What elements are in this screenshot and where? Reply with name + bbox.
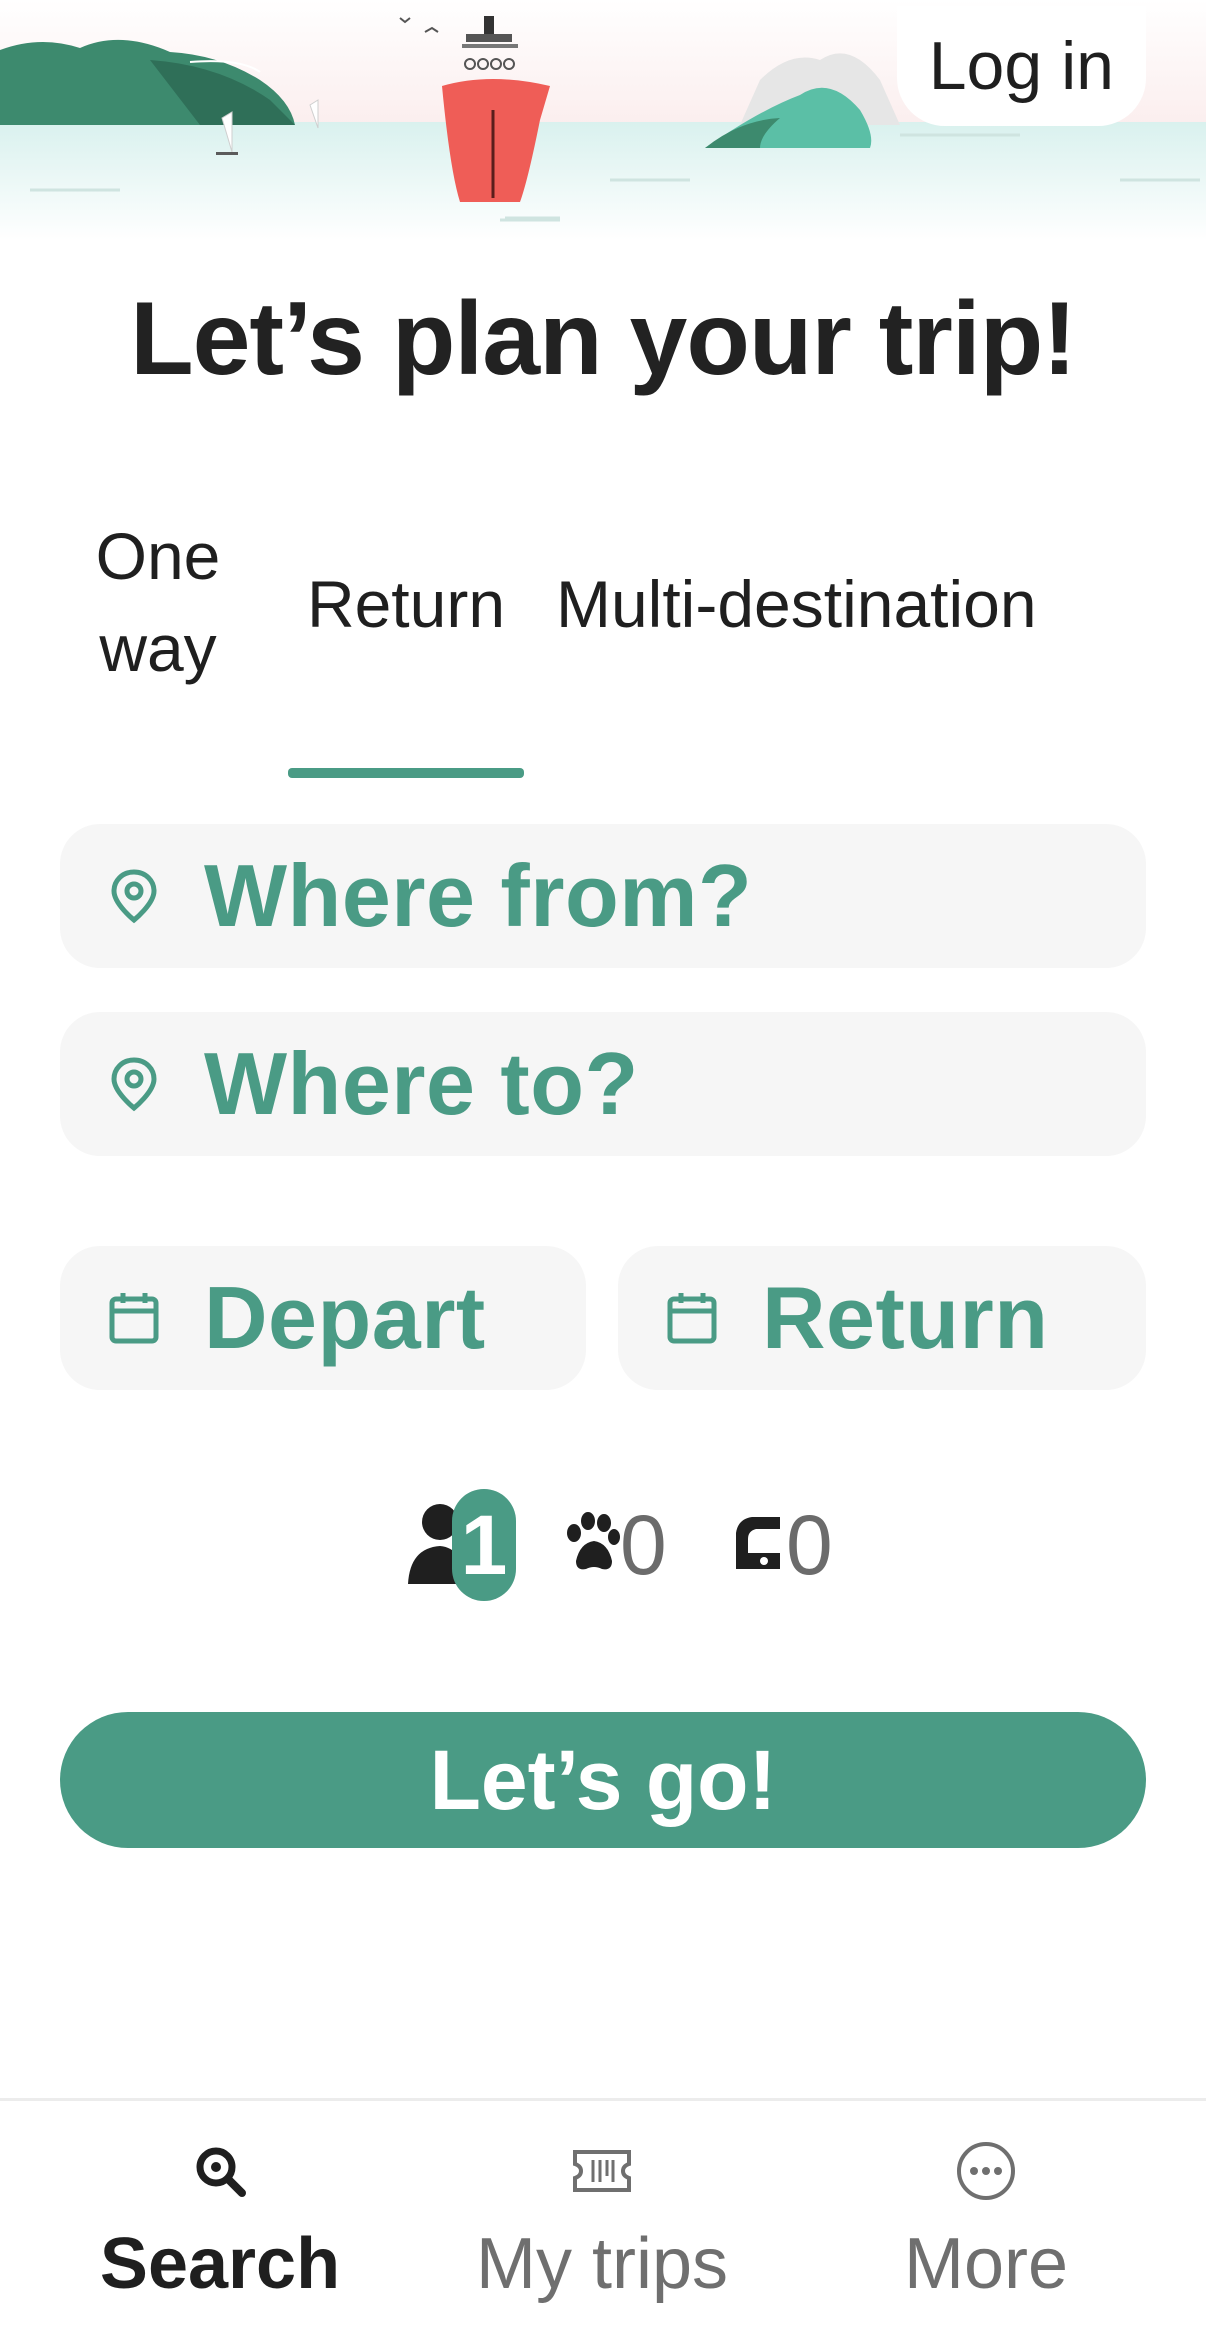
pet-count: 0 bbox=[620, 1497, 667, 1592]
calendar-icon bbox=[104, 1288, 164, 1348]
where-from-placeholder: Where from? bbox=[204, 846, 753, 945]
nav-search-label: Search bbox=[99, 2224, 341, 2304]
pets-selector[interactable]: 0 bbox=[562, 1480, 667, 1610]
lets-go-button[interactable]: Let’s go! bbox=[60, 1712, 1146, 1848]
tab-return-label: Return bbox=[306, 567, 506, 641]
nav-item-search[interactable]: Search bbox=[70, 2131, 370, 2305]
bottom-navigation: Search My trips More bbox=[0, 2098, 1206, 2346]
travellers-row: 1 0 0 bbox=[0, 1480, 1206, 1610]
search-icon bbox=[70, 2131, 370, 2211]
more-dots-icon bbox=[836, 2131, 1136, 2211]
nav-item-my-trips[interactable]: My trips bbox=[452, 2131, 752, 2305]
location-pin-icon bbox=[104, 866, 164, 926]
return-placeholder: Return bbox=[762, 1268, 1049, 1367]
tab-one-way-label-line2: way bbox=[99, 611, 217, 685]
where-from-field[interactable]: Where from? bbox=[60, 824, 1146, 968]
location-pin-icon bbox=[104, 1054, 164, 1114]
passengers-selector[interactable]: 1 bbox=[404, 1480, 516, 1610]
passenger-count-badge: 1 bbox=[452, 1489, 516, 1601]
where-to-field[interactable]: Where to? bbox=[60, 1012, 1146, 1156]
tab-multi-destination[interactable]: Multi-destination bbox=[556, 556, 1037, 652]
return-date-field[interactable]: Return bbox=[618, 1246, 1146, 1390]
nav-more-label: More bbox=[903, 2224, 1069, 2304]
vehicle-count: 0 bbox=[786, 1497, 833, 1592]
car-icon bbox=[730, 1509, 786, 1582]
ticket-icon bbox=[452, 2131, 752, 2211]
calendar-icon bbox=[662, 1288, 722, 1348]
tab-one-way-label-line1: One bbox=[95, 519, 221, 593]
depart-placeholder: Depart bbox=[204, 1268, 486, 1367]
tab-return[interactable]: Return bbox=[288, 556, 524, 778]
nav-item-more[interactable]: More bbox=[836, 2131, 1136, 2305]
login-button[interactable]: Log in bbox=[896, 6, 1146, 126]
tab-one-way[interactable]: One way bbox=[78, 510, 238, 694]
vehicles-selector[interactable]: 0 bbox=[730, 1480, 833, 1610]
nav-trips-label: My trips bbox=[476, 2224, 728, 2304]
trip-type-tabs: One way Return Multi-destination bbox=[0, 510, 1206, 778]
tab-active-indicator bbox=[288, 768, 524, 778]
depart-date-field[interactable]: Depart bbox=[60, 1246, 586, 1390]
where-to-placeholder: Where to? bbox=[204, 1034, 639, 1133]
paw-icon bbox=[562, 1511, 620, 1580]
page-title: Let’s plan your trip! bbox=[130, 281, 1077, 397]
